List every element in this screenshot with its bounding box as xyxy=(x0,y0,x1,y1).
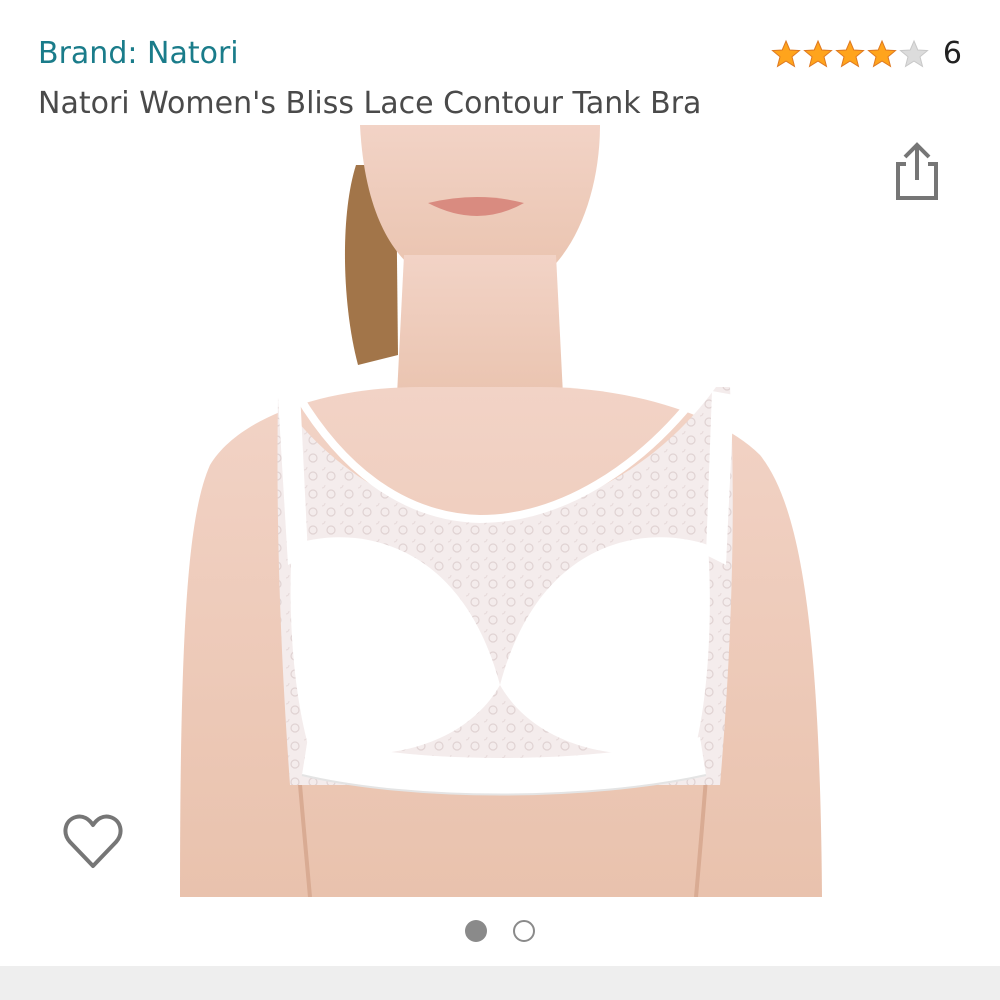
bottom-divider xyxy=(0,966,1000,1000)
carousel-dot[interactable] xyxy=(513,920,535,942)
share-icon xyxy=(896,142,938,200)
rating-stars xyxy=(771,39,931,69)
wishlist-button[interactable] xyxy=(62,812,124,872)
star-filled-icon xyxy=(803,39,833,67)
star-filled-icon xyxy=(771,39,801,67)
product-rating[interactable]: 6 xyxy=(771,36,962,71)
product-image[interactable] xyxy=(160,125,840,897)
rating-count[interactable]: 6 xyxy=(943,36,962,71)
product-photo xyxy=(180,125,822,897)
share-button[interactable] xyxy=(890,140,944,204)
star-filled-icon xyxy=(835,39,865,67)
image-carousel-indicator xyxy=(0,920,1000,942)
brand-link[interactable]: Brand: Natori xyxy=(38,36,239,71)
heart-outline-icon xyxy=(63,814,123,868)
star-filled-icon xyxy=(867,39,897,67)
carousel-dot[interactable] xyxy=(465,920,487,942)
star-empty-icon xyxy=(899,39,929,67)
product-title: Natori Women's Bliss Lace Contour Tank B… xyxy=(38,86,702,121)
